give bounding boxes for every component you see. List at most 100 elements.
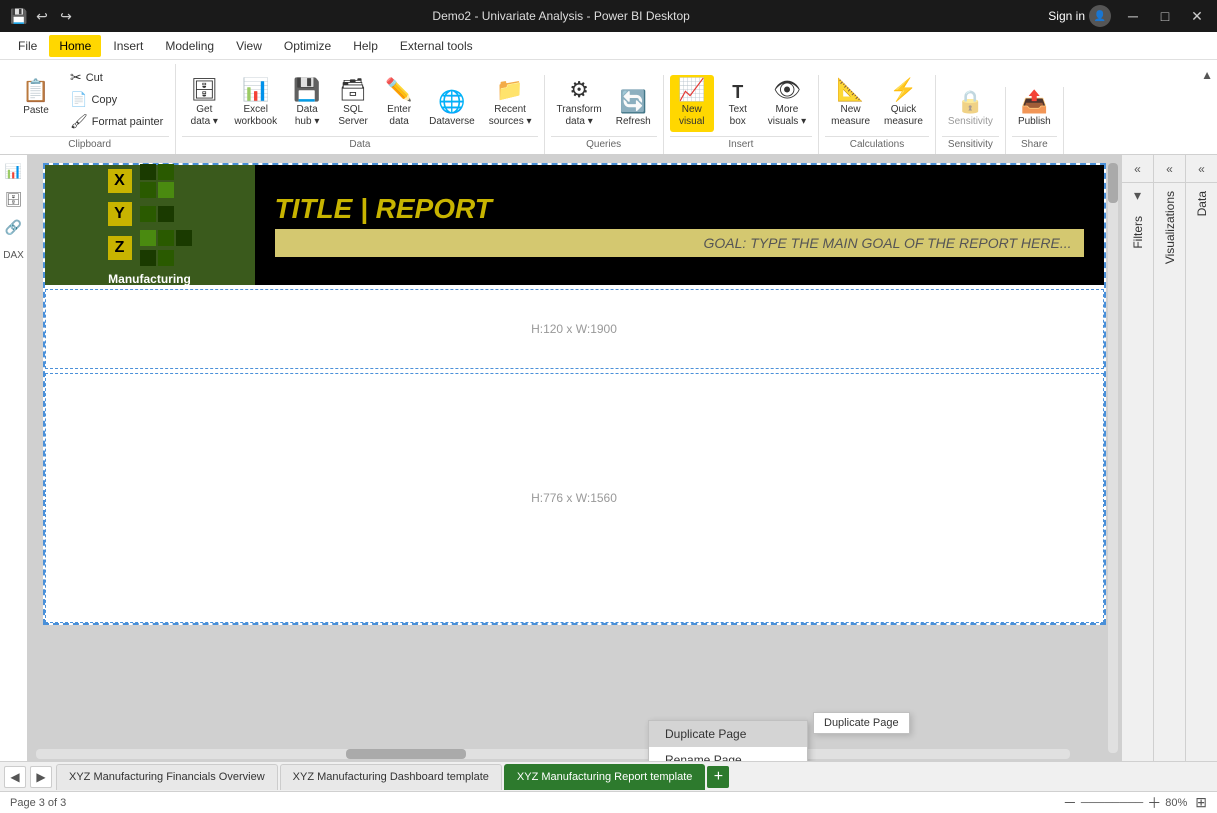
new-visual-icon: 📈 [678, 79, 705, 101]
filters-panel: « ▾ Filters [1121, 155, 1153, 761]
sensitivity-group-label: Sensitivity [942, 136, 999, 150]
ribbon-group-sensitivity: 🔒 Sensitivity Sensitivity [936, 87, 1006, 154]
menu-optimize[interactable]: Optimize [274, 35, 341, 57]
spacer-section-2: H:776 x W:1560 [45, 373, 1104, 623]
format-painter-icon: 🖌 [70, 113, 88, 130]
page-tab-2[interactable]: XYZ Manufacturing Dashboard template [280, 764, 502, 790]
menu-file[interactable]: File [8, 35, 47, 57]
zoom-controls: － ──────── ＋ 80% [1063, 793, 1187, 813]
nav-report-icon[interactable]: 📊 [2, 159, 26, 183]
menu-insert[interactable]: Insert [103, 35, 153, 57]
visualizations-panel: « Visualizations [1153, 155, 1185, 761]
menu-modeling[interactable]: Modeling [155, 35, 224, 57]
vertical-scrollbar[interactable] [1108, 163, 1118, 753]
copy-button[interactable]: 📄Copy [64, 89, 169, 110]
menu-home[interactable]: Home [49, 35, 101, 57]
save-icon[interactable]: 💾 [10, 8, 26, 25]
get-data-button[interactable]: 🗄 Getdata ▾ [182, 75, 226, 132]
dataverse-button[interactable]: 🌐 Dataverse [423, 87, 481, 132]
filters-panel-label[interactable]: Filters [1131, 208, 1145, 257]
right-panels: « ▾ Filters « Visualizations « Data [1120, 155, 1217, 761]
sql-server-button[interactable]: 🗃 SQLServer [331, 75, 375, 132]
text-box-button[interactable]: T Textbox [716, 79, 760, 132]
minimize-button[interactable]: ─ [1123, 8, 1143, 24]
ribbon-group-share: 📤 Publish Share [1006, 87, 1064, 154]
nav-data-icon[interactable]: 🗄 [2, 187, 26, 211]
fit-to-page-icon[interactable]: ⊞ [1195, 794, 1207, 811]
page-tab-3[interactable]: XYZ Manufacturing Report template [504, 764, 705, 790]
clipboard-label: Clipboard [10, 136, 169, 150]
nav-dax-icon[interactable]: DAX [2, 243, 26, 267]
visualizations-collapse-button[interactable]: « [1154, 155, 1185, 183]
enter-data-button[interactable]: ✏️ Enterdata [377, 75, 421, 132]
logo-letter-y-row: Y [108, 202, 192, 226]
zoom-in-button[interactable]: ＋ [1147, 793, 1161, 813]
sensitivity-button[interactable]: 🔒 Sensitivity [942, 87, 999, 132]
data-collapse-button[interactable]: « [1186, 155, 1217, 183]
data-panel-label[interactable]: Data [1195, 183, 1209, 224]
duplicate-page-tooltip: Duplicate Page [813, 712, 910, 734]
share-group-label: Share [1012, 136, 1057, 150]
transform-data-button[interactable]: ⚙ Transformdata ▾ [551, 75, 608, 132]
ribbon-group-clipboard: 📋 Paste ✂Cut 📄Copy 🖌Format painter Clipb… [4, 64, 176, 154]
data-panel: « Data [1185, 155, 1217, 761]
zoom-out-button[interactable]: － [1063, 793, 1077, 813]
calculations-group-label: Calculations [825, 136, 929, 150]
add-page-button[interactable]: + [707, 766, 729, 788]
menu-help[interactable]: Help [343, 35, 388, 57]
report-logo: X Y [45, 165, 255, 285]
context-menu-rename-page[interactable]: Rename Page [649, 747, 807, 761]
data-group-label: Data [182, 136, 537, 150]
hscroll-thumb[interactable] [346, 749, 466, 759]
logo-letters: X Y [108, 164, 192, 266]
quick-measure-button[interactable]: ⚡ Quickmeasure [878, 75, 929, 132]
app-title: Demo2 - Univariate Analysis - Power BI D… [74, 9, 1048, 23]
format-painter-button[interactable]: 🖌Format painter [64, 111, 169, 132]
title-bar-left: 💾 ↩ ↪ [10, 8, 74, 25]
more-visuals-button[interactable]: 👁 Morevisuals ▾ [762, 75, 812, 132]
menu-bar: File Home Insert Modeling View Optimize … [0, 32, 1217, 60]
paste-button[interactable]: 📋 Paste [10, 64, 62, 132]
logo-letter-y: Y [108, 202, 132, 226]
enter-data-icon: ✏️ [385, 79, 412, 101]
recent-sources-button[interactable]: 📁 Recentsources ▾ [483, 75, 538, 132]
refresh-icon: 🔄 [620, 91, 647, 113]
more-visuals-icon: 👁 [773, 79, 801, 101]
data-hub-button[interactable]: 💾 Datahub ▾ [285, 75, 329, 132]
tab-nav-right[interactable]: ▶ [30, 766, 52, 788]
page-tab-1-label: XYZ Manufacturing Financials Overview [69, 771, 265, 783]
paste-icon: 📋 [22, 80, 49, 102]
new-visual-button[interactable]: 📈 Newvisual [670, 75, 714, 132]
excel-workbook-button[interactable]: 📊 Excelworkbook [228, 75, 283, 132]
zoom-slider[interactable]: ──────── [1081, 797, 1143, 809]
menu-external-tools[interactable]: External tools [390, 35, 483, 57]
tab-nav-left[interactable]: ◀ [4, 766, 26, 788]
data-items: 🗄 Getdata ▾ 📊 Excelworkbook 💾 Datahub ▾ … [182, 75, 537, 132]
publish-icon: 📤 [1021, 91, 1048, 113]
recent-sources-icon: 📁 [496, 79, 523, 101]
filters-collapse-button[interactable]: « [1122, 155, 1153, 183]
nav-model-icon[interactable]: 🔗 [2, 215, 26, 239]
logo-blocks-y [140, 206, 174, 222]
visualizations-panel-label[interactable]: Visualizations [1163, 183, 1177, 272]
ribbon-group-insert: 📈 Newvisual T Textbox 👁 Morevisuals ▾ In… [664, 75, 819, 154]
context-menu-duplicate-page[interactable]: Duplicate Page [649, 721, 807, 747]
cut-button[interactable]: ✂Cut [64, 67, 169, 88]
insert-items: 📈 Newvisual T Textbox 👁 Morevisuals ▾ [670, 75, 812, 132]
canvas-area: X Y [28, 155, 1120, 761]
menu-view[interactable]: View [226, 35, 272, 57]
redo-icon[interactable]: ↪ [58, 8, 74, 25]
sign-in-button[interactable]: Sign in 👤 [1048, 5, 1111, 27]
ribbon-collapse-button[interactable]: ▲ [1201, 64, 1213, 82]
new-measure-button[interactable]: 📐 Newmeasure [825, 75, 876, 132]
sensitivity-items: 🔒 Sensitivity [942, 87, 999, 132]
undo-icon[interactable]: ↩ [34, 8, 50, 25]
close-button[interactable]: ✕ [1187, 8, 1207, 25]
left-nav: 📊 🗄 🔗 DAX [0, 155, 28, 761]
page-tab-1[interactable]: XYZ Manufacturing Financials Overview [56, 764, 278, 790]
maximize-button[interactable]: □ [1155, 8, 1175, 24]
scroll-thumb[interactable] [1108, 163, 1118, 203]
horizontal-scrollbar[interactable] [36, 749, 1070, 759]
refresh-button[interactable]: 🔄 Refresh [610, 87, 657, 132]
publish-button[interactable]: 📤 Publish [1012, 87, 1057, 132]
